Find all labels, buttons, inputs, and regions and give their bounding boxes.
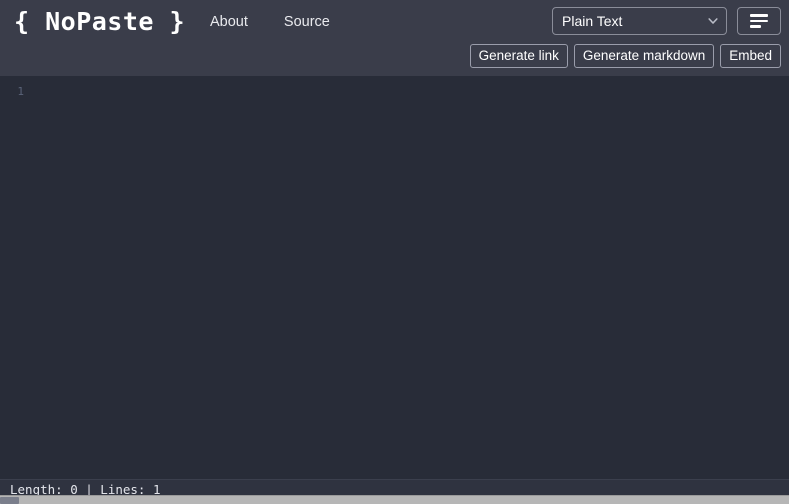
nopaste-app: { NoPaste } About Source Plain Text Gene… xyxy=(0,0,789,504)
code-input[interactable] xyxy=(34,76,789,479)
main-navigation: About Source xyxy=(210,12,330,32)
horizontal-scrollbar-thumb[interactable] xyxy=(0,497,19,504)
menu-button[interactable] xyxy=(737,7,781,35)
app-header: { NoPaste } About Source Plain Text Gene… xyxy=(0,0,789,76)
code-editor[interactable]: 1 xyxy=(0,76,789,479)
generate-link-button[interactable]: Generate link xyxy=(469,44,568,68)
nav-link-about[interactable]: About xyxy=(210,12,248,32)
horizontal-scrollbar[interactable] xyxy=(0,495,789,504)
nav-link-source[interactable]: Source xyxy=(284,12,330,32)
chevron-down-icon xyxy=(707,15,718,25)
hamburger-menu-icon xyxy=(750,14,768,28)
app-logo[interactable]: { NoPaste } xyxy=(14,6,185,38)
header-controls: Plain Text xyxy=(552,7,781,35)
status-bar: Length: 0 | Lines: 1 xyxy=(0,479,789,495)
generate-markdown-button[interactable]: Generate markdown xyxy=(573,44,715,68)
language-select[interactable]: Plain Text xyxy=(552,7,727,35)
embed-button[interactable]: Embed xyxy=(720,44,781,68)
line-number: 1 xyxy=(17,85,24,98)
status-bar-text: Length: 0 | Lines: 1 xyxy=(10,482,161,495)
line-number-gutter: 1 xyxy=(0,76,34,479)
language-select-value: Plain Text xyxy=(562,13,623,29)
header-action-buttons: Generate link Generate markdown Embed xyxy=(469,44,781,68)
